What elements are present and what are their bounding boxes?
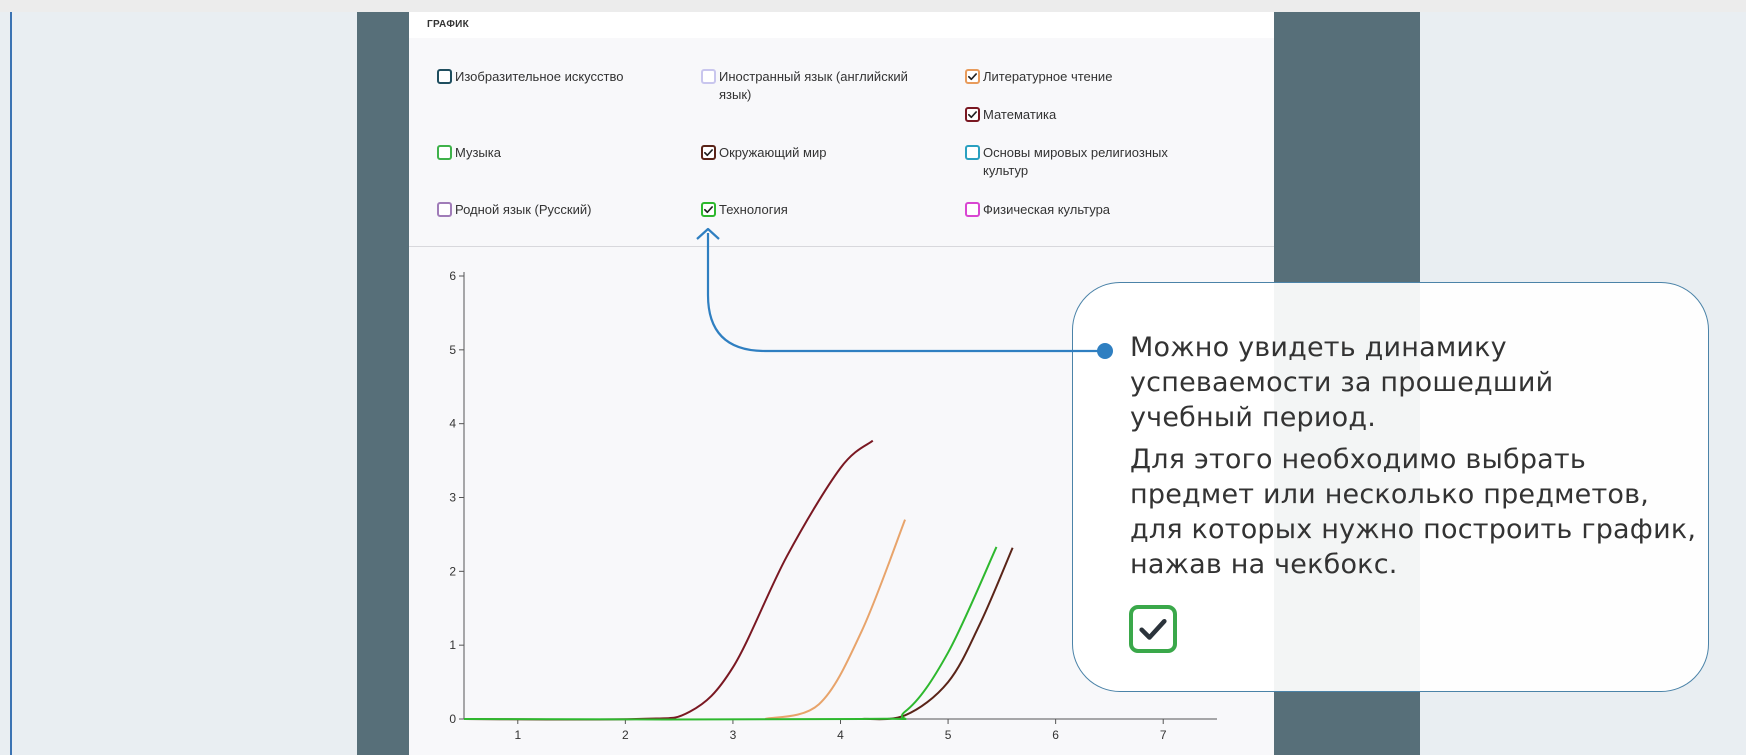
callout-line-2: успеваемости за прошедший <box>1130 367 1554 398</box>
y-tick-label: 0 <box>449 712 456 726</box>
series-line-1 <box>463 439 874 721</box>
left-rule <box>10 12 12 755</box>
callout-bubble: Можно увидеть динамику успеваемости за п… <box>1072 282 1709 692</box>
x-tick-label: 7 <box>1160 728 1167 742</box>
callout-line-6: для которых нужно построить график, <box>1130 514 1697 545</box>
top-strip <box>0 0 1746 12</box>
callout-line-7: нажав на чекбокс. <box>1130 549 1398 580</box>
y-tick-label: 4 <box>449 417 456 431</box>
checkbox-example-icon <box>1129 605 1177 653</box>
x-tick-label: 4 <box>837 728 844 742</box>
callout-line-3: учебный период. <box>1130 402 1377 433</box>
series-line-2 <box>764 519 906 720</box>
y-tick-label: 1 <box>449 638 456 652</box>
x-tick-label: 3 <box>730 728 737 742</box>
callout-line-1: Можно увидеть динамику <box>1130 332 1507 363</box>
checkmark-icon <box>1139 618 1167 640</box>
series-line-4 <box>463 546 998 721</box>
x-tick-label: 2 <box>622 728 629 742</box>
x-tick-label: 1 <box>514 728 521 742</box>
callout-line-4: Для этого необходимо выбрать <box>1130 444 1586 475</box>
x-tick-label: 5 <box>945 728 952 742</box>
y-tick-label: 5 <box>449 343 456 357</box>
y-tick-label: 2 <box>449 564 456 578</box>
callout-line-5: предмет или несколько предметов, <box>1130 479 1650 510</box>
y-tick-label: 3 <box>449 491 456 505</box>
x-tick-label: 6 <box>1052 728 1059 742</box>
y-tick-label: 6 <box>449 269 456 283</box>
